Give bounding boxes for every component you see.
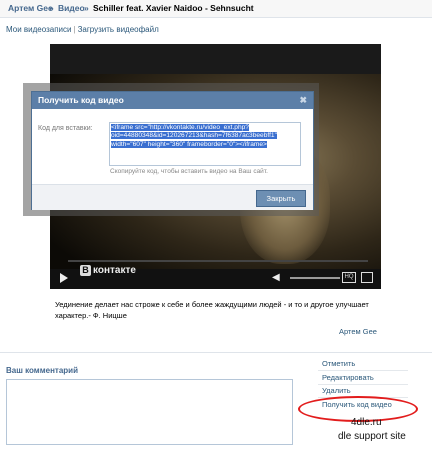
page-title: Schiller feat. Xavier Naidoo - Sehnsucht (93, 3, 254, 13)
breadcrumb-user[interactable]: Артем Gee (8, 3, 53, 13)
my-videos-link[interactable]: Мои видеозаписи (6, 25, 71, 34)
embed-code-label: Код для вставки: (38, 125, 93, 132)
breadcrumb-section[interactable]: Видео (58, 3, 85, 13)
player-logo: В контакте (80, 264, 136, 277)
dialog-title: Получить код видео (38, 95, 124, 105)
video-description: Уединение делает нас строже к себе и бол… (55, 300, 369, 320)
breadcrumb-sep: » (49, 3, 54, 13)
upload-video-link[interactable]: Загрузить видеофайл (78, 25, 159, 34)
action-divider (318, 370, 408, 371)
embed-code-hint: Скопируйте код, чтобы вставить видео на … (110, 168, 268, 175)
video-sublinks: Мои видеозаписи | Загрузить видеофайл (6, 25, 159, 34)
embed-code-text: <iframe src="http://vkontakte.ru/video_e… (111, 124, 277, 148)
breadcrumb-sep-2: » (84, 3, 89, 13)
vk-logo-icon: В (80, 265, 91, 276)
embed-code-dialog: Получить код видео ✖ Код для вставки: <i… (31, 91, 314, 210)
section-divider (0, 352, 432, 353)
fullscreen-icon[interactable] (361, 272, 373, 283)
vk-logo-text: контакте (93, 265, 136, 276)
delete-link[interactable]: Удалить (322, 386, 351, 395)
comment-heading: Ваш комментарий (6, 366, 79, 375)
link-separator: | (73, 25, 76, 34)
hd-icon[interactable]: HQ (342, 272, 356, 283)
close-button[interactable]: Закрыть (256, 190, 306, 207)
author-link[interactable]: Артем Gee (339, 327, 377, 336)
watermark-tagline: dle support site (338, 431, 406, 442)
volume-slider[interactable] (290, 277, 340, 279)
play-icon[interactable] (60, 273, 68, 283)
action-divider (318, 384, 408, 385)
edit-link[interactable]: Редактировать (322, 373, 374, 382)
progress-bar[interactable] (68, 260, 368, 262)
embed-code-field[interactable]: <iframe src="http://vkontakte.ru/video_e… (109, 122, 301, 166)
mark-link[interactable]: Отметить (322, 359, 355, 368)
watermark-site: 4dle.ru (351, 417, 382, 428)
volume-icon[interactable]: ◀ (272, 273, 280, 283)
comment-textarea[interactable] (6, 379, 293, 445)
dialog-title-bar: Получить код видео ✖ (32, 92, 313, 109)
breadcrumb: Артем Gee » Видео » Schiller feat. Xavie… (0, 0, 432, 18)
dialog-footer: Закрыть (32, 184, 313, 210)
close-icon[interactable]: ✖ (299, 92, 307, 109)
